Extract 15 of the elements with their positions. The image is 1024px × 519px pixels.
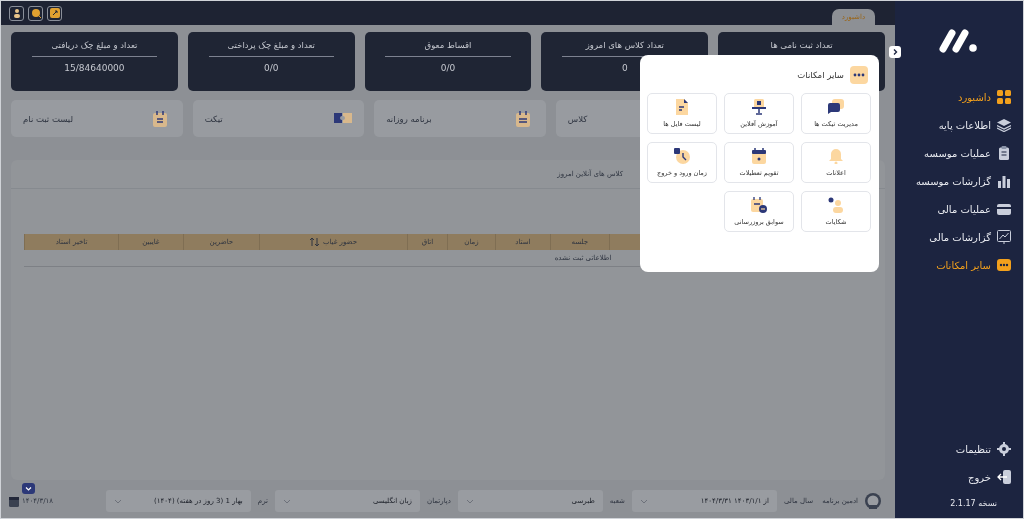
version-label: نسخه 2.1.17: [949, 498, 998, 510]
stat-value: 15/84640000: [64, 63, 125, 73]
stat-value: 0: [621, 63, 628, 73]
stat-title: تعداد ثبت نامی ها: [770, 40, 833, 50]
stat-value: 0/0: [440, 63, 456, 73]
shortcut-label: تیکت: [204, 113, 223, 124]
stat-title: تعداد و مبلغ چک پرداختی: [227, 40, 315, 50]
shortcut-label: لیست ثبت نام: [23, 113, 73, 124]
stat-title: تعداد کلاس های امروز: [585, 40, 664, 50]
stat-value: 0/0: [263, 63, 279, 73]
shortcut-label: کلاس: [567, 113, 588, 124]
stat-title: اقساط معوق: [424, 40, 472, 50]
stat-title: تعداد و مبلغ چک دریافتی: [51, 40, 138, 50]
popup-title: سایر امکانات: [797, 69, 844, 80]
shortcut-label: برنامه روزانه: [386, 113, 432, 124]
